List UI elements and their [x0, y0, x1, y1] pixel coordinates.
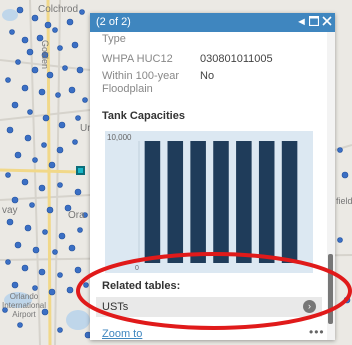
highlight-ellipse	[76, 252, 352, 330]
